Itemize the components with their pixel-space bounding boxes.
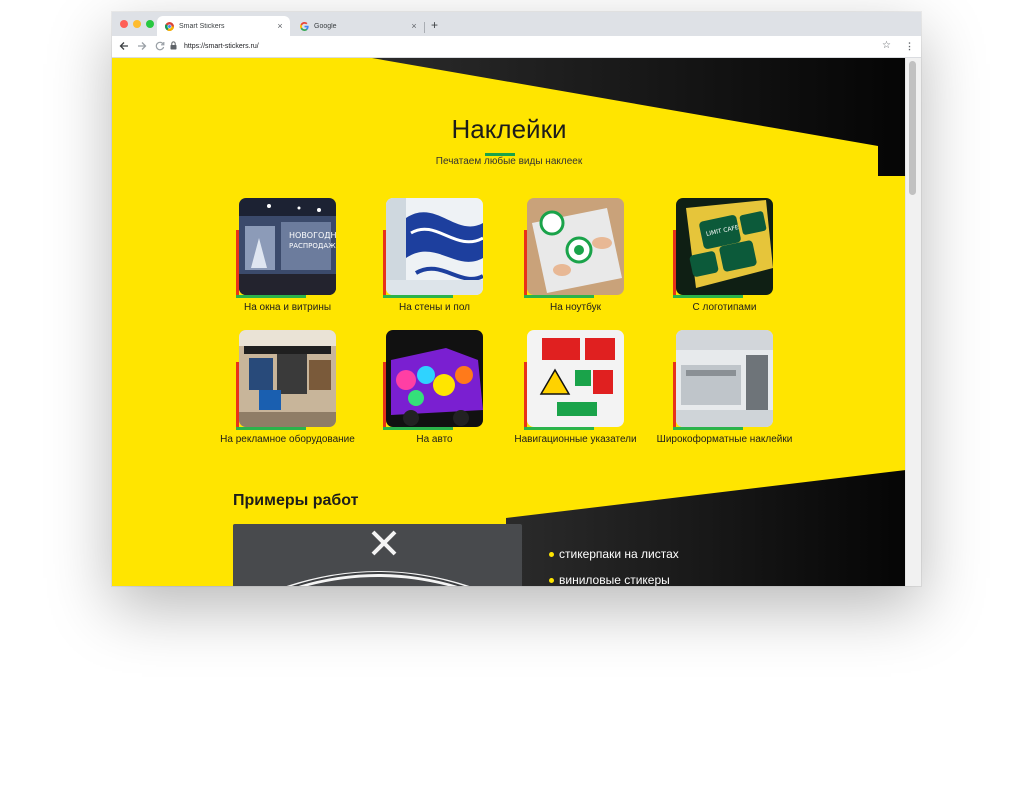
chrome-icon [165,21,174,31]
google-icon [300,21,309,31]
page-scrollbar[interactable] [905,58,921,586]
accent-bar [236,427,306,430]
scrollbar-thumb[interactable] [909,61,916,195]
accent-bar [383,427,453,430]
bullet-dot-icon [549,578,554,583]
category-label: На стены и пол [398,302,471,313]
reload-icon [155,41,165,51]
accent-bar [383,295,453,298]
page-viewport: Наклейки Печатаем любые виды наклеек НОВ… [112,58,921,586]
forward-button[interactable] [135,39,149,53]
back-arrow-icon [119,42,128,50]
category-label: Широкоформатные наклейки [656,434,793,445]
window-controls [120,20,154,28]
category-image-windows: НОВОГОДНИЕ РАСПРОДАЖИ [239,198,336,295]
category-image-laptop [527,198,624,295]
category-card-exhibition[interactable]: На рекламное оборудование [220,330,355,445]
category-image-logos: LIMIT CAFE [676,198,773,295]
maximize-window-button[interactable] [146,20,154,28]
minimize-window-button[interactable] [133,20,141,28]
svg-text:НОВОГОДНИЕ: НОВОГОДНИЕ [289,231,336,240]
tab-close-button[interactable]: × [408,21,420,31]
reload-button[interactable] [153,39,167,53]
category-card-logos[interactable]: LIMIT CAFE С логотипами [673,198,773,313]
close-window-button[interactable] [120,20,128,28]
forward-arrow-icon [138,42,147,50]
category-label: На авто [416,434,453,445]
browser-menu-button[interactable]: ⋮ [905,40,914,52]
new-tab-button[interactable]: + [431,18,438,32]
page-subtitle: Печатаем любые виды наклеек [435,156,583,167]
category-label: На рекламное оборудование [220,434,355,445]
page-title: Наклейки [451,114,567,144]
category-label: Навигационные указатели [514,434,637,445]
works-section-title: Примеры работ [233,492,359,509]
category-card-car[interactable]: На авто [383,330,483,445]
bullet-dot-icon [549,552,554,557]
category-image-walls [386,198,483,295]
category-card-windows[interactable]: НОВОГОДНИЕ РАСПРОДАЖИ На окна и витрины [236,198,336,313]
accent-bar [673,295,743,298]
category-label: На окна и витрины [243,302,332,313]
tab-google[interactable]: Google × [292,16,424,36]
tab-strip: Smart Stickers × Google × + [112,12,921,36]
tab-smart-stickers[interactable]: Smart Stickers × [157,16,290,36]
url-text: https://smart-stickers.ru/ [184,42,259,50]
category-label: С логотипами [692,302,757,313]
works-example-image[interactable] [233,524,522,586]
category-image-car [386,330,483,427]
category-card-walls[interactable]: На стены и пол [383,198,483,313]
svg-text:РАСПРОДАЖИ: РАСПРОДАЖИ [289,242,336,250]
browser-window: Smart Stickers × Google × + https://smar… [112,12,921,586]
accent-bar [524,427,594,430]
category-image-exhibition [239,330,336,427]
category-card-wide-format[interactable]: Широкоформатные наклейки [657,330,792,445]
address-bar[interactable]: https://smart-stickers.ru/ [170,39,870,53]
tab-title: Google [314,22,337,30]
browser-toolbar: https://smart-stickers.ru/ ☆ ⋮ [112,36,921,58]
back-button[interactable] [117,39,131,53]
category-card-laptop[interactable]: На ноутбук [524,198,624,313]
list-item: стикерпаки на листах [549,546,679,572]
accent-bar [524,295,594,298]
category-image-signs [527,330,624,427]
category-image-wide-format [676,330,773,427]
tab-title: Smart Stickers [179,22,225,30]
lock-icon [170,41,178,51]
category-label: На ноутбук [550,302,601,313]
list-item: виниловые стикеры [549,572,679,586]
category-card-signs[interactable]: Навигационные указатели [514,330,637,445]
accent-bar [673,427,743,430]
works-feature-list: стикерпаки на листах виниловые стикеры [549,546,679,586]
bookmark-star-icon[interactable]: ☆ [882,40,891,52]
tab-close-button[interactable]: × [274,21,286,31]
accent-bar [236,295,306,298]
tab-divider [424,22,425,33]
